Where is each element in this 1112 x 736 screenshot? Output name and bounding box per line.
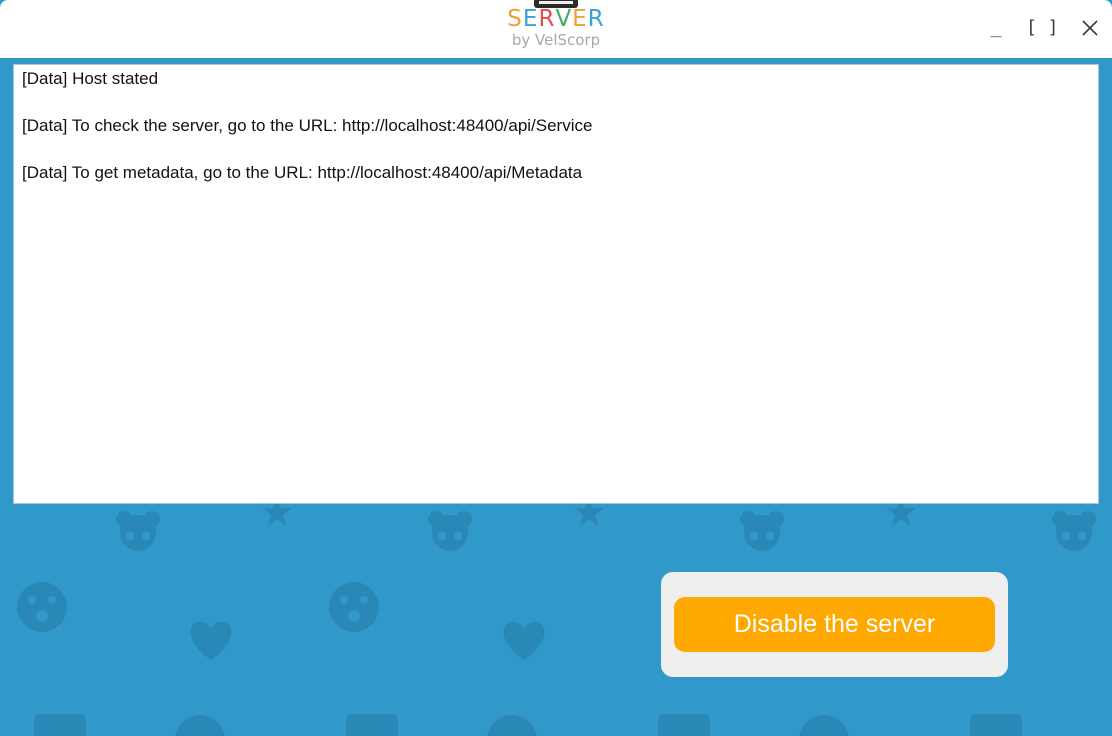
app-brand: SERVER by VelScorp [456,6,656,48]
log-line: [Data] To get metadata, go to the URL: h… [22,163,583,182]
app-title-letter: E [572,6,588,32]
pattern-bear-icon [116,511,160,551]
close-button[interactable] [1076,14,1104,42]
pattern-bear-icon [1052,511,1096,551]
pattern-face-icon [17,582,67,632]
app-title: SERVER [456,6,656,32]
pattern-face-icon [799,715,849,736]
log-line: [Data] To check the server, go to the UR… [22,116,593,135]
action-panel: Disable the server [661,572,1008,677]
pattern-face-icon [329,582,379,632]
pattern-heart-icon [503,621,545,660]
close-icon [1082,20,1098,36]
app-title-letter: R [587,6,605,32]
pattern-heart-icon [190,621,232,660]
pattern-face-icon [175,715,225,736]
minimize-button[interactable]: _ [982,14,1010,42]
app-title-letter: S [507,6,523,32]
log-output[interactable]: [Data] Host stated [Data] To check the s… [13,64,1099,504]
app-title-letter: V [555,6,573,32]
log-line: [Data] Host stated [22,69,159,88]
pattern-box-icon [346,714,398,736]
pattern-box-icon [970,714,1022,736]
app-title-letter: R [538,6,556,32]
pattern-box-icon [34,714,86,736]
app-title-letter: E [522,6,539,32]
title-bar[interactable]: SERVER by VelScorp _ [ ] [0,0,1112,58]
pattern-bear-icon [740,511,784,551]
pattern-bear-icon [428,511,472,551]
maximize-button[interactable]: [ ] [1026,14,1059,42]
disable-server-button[interactable]: Disable the server [674,597,995,652]
app-subtitle: by VelScorp [511,31,601,49]
app-window: SERVER by VelScorp _ [ ] [Data] Host sta… [0,0,1112,736]
pattern-box-icon [658,714,710,736]
pattern-face-icon [487,715,537,736]
